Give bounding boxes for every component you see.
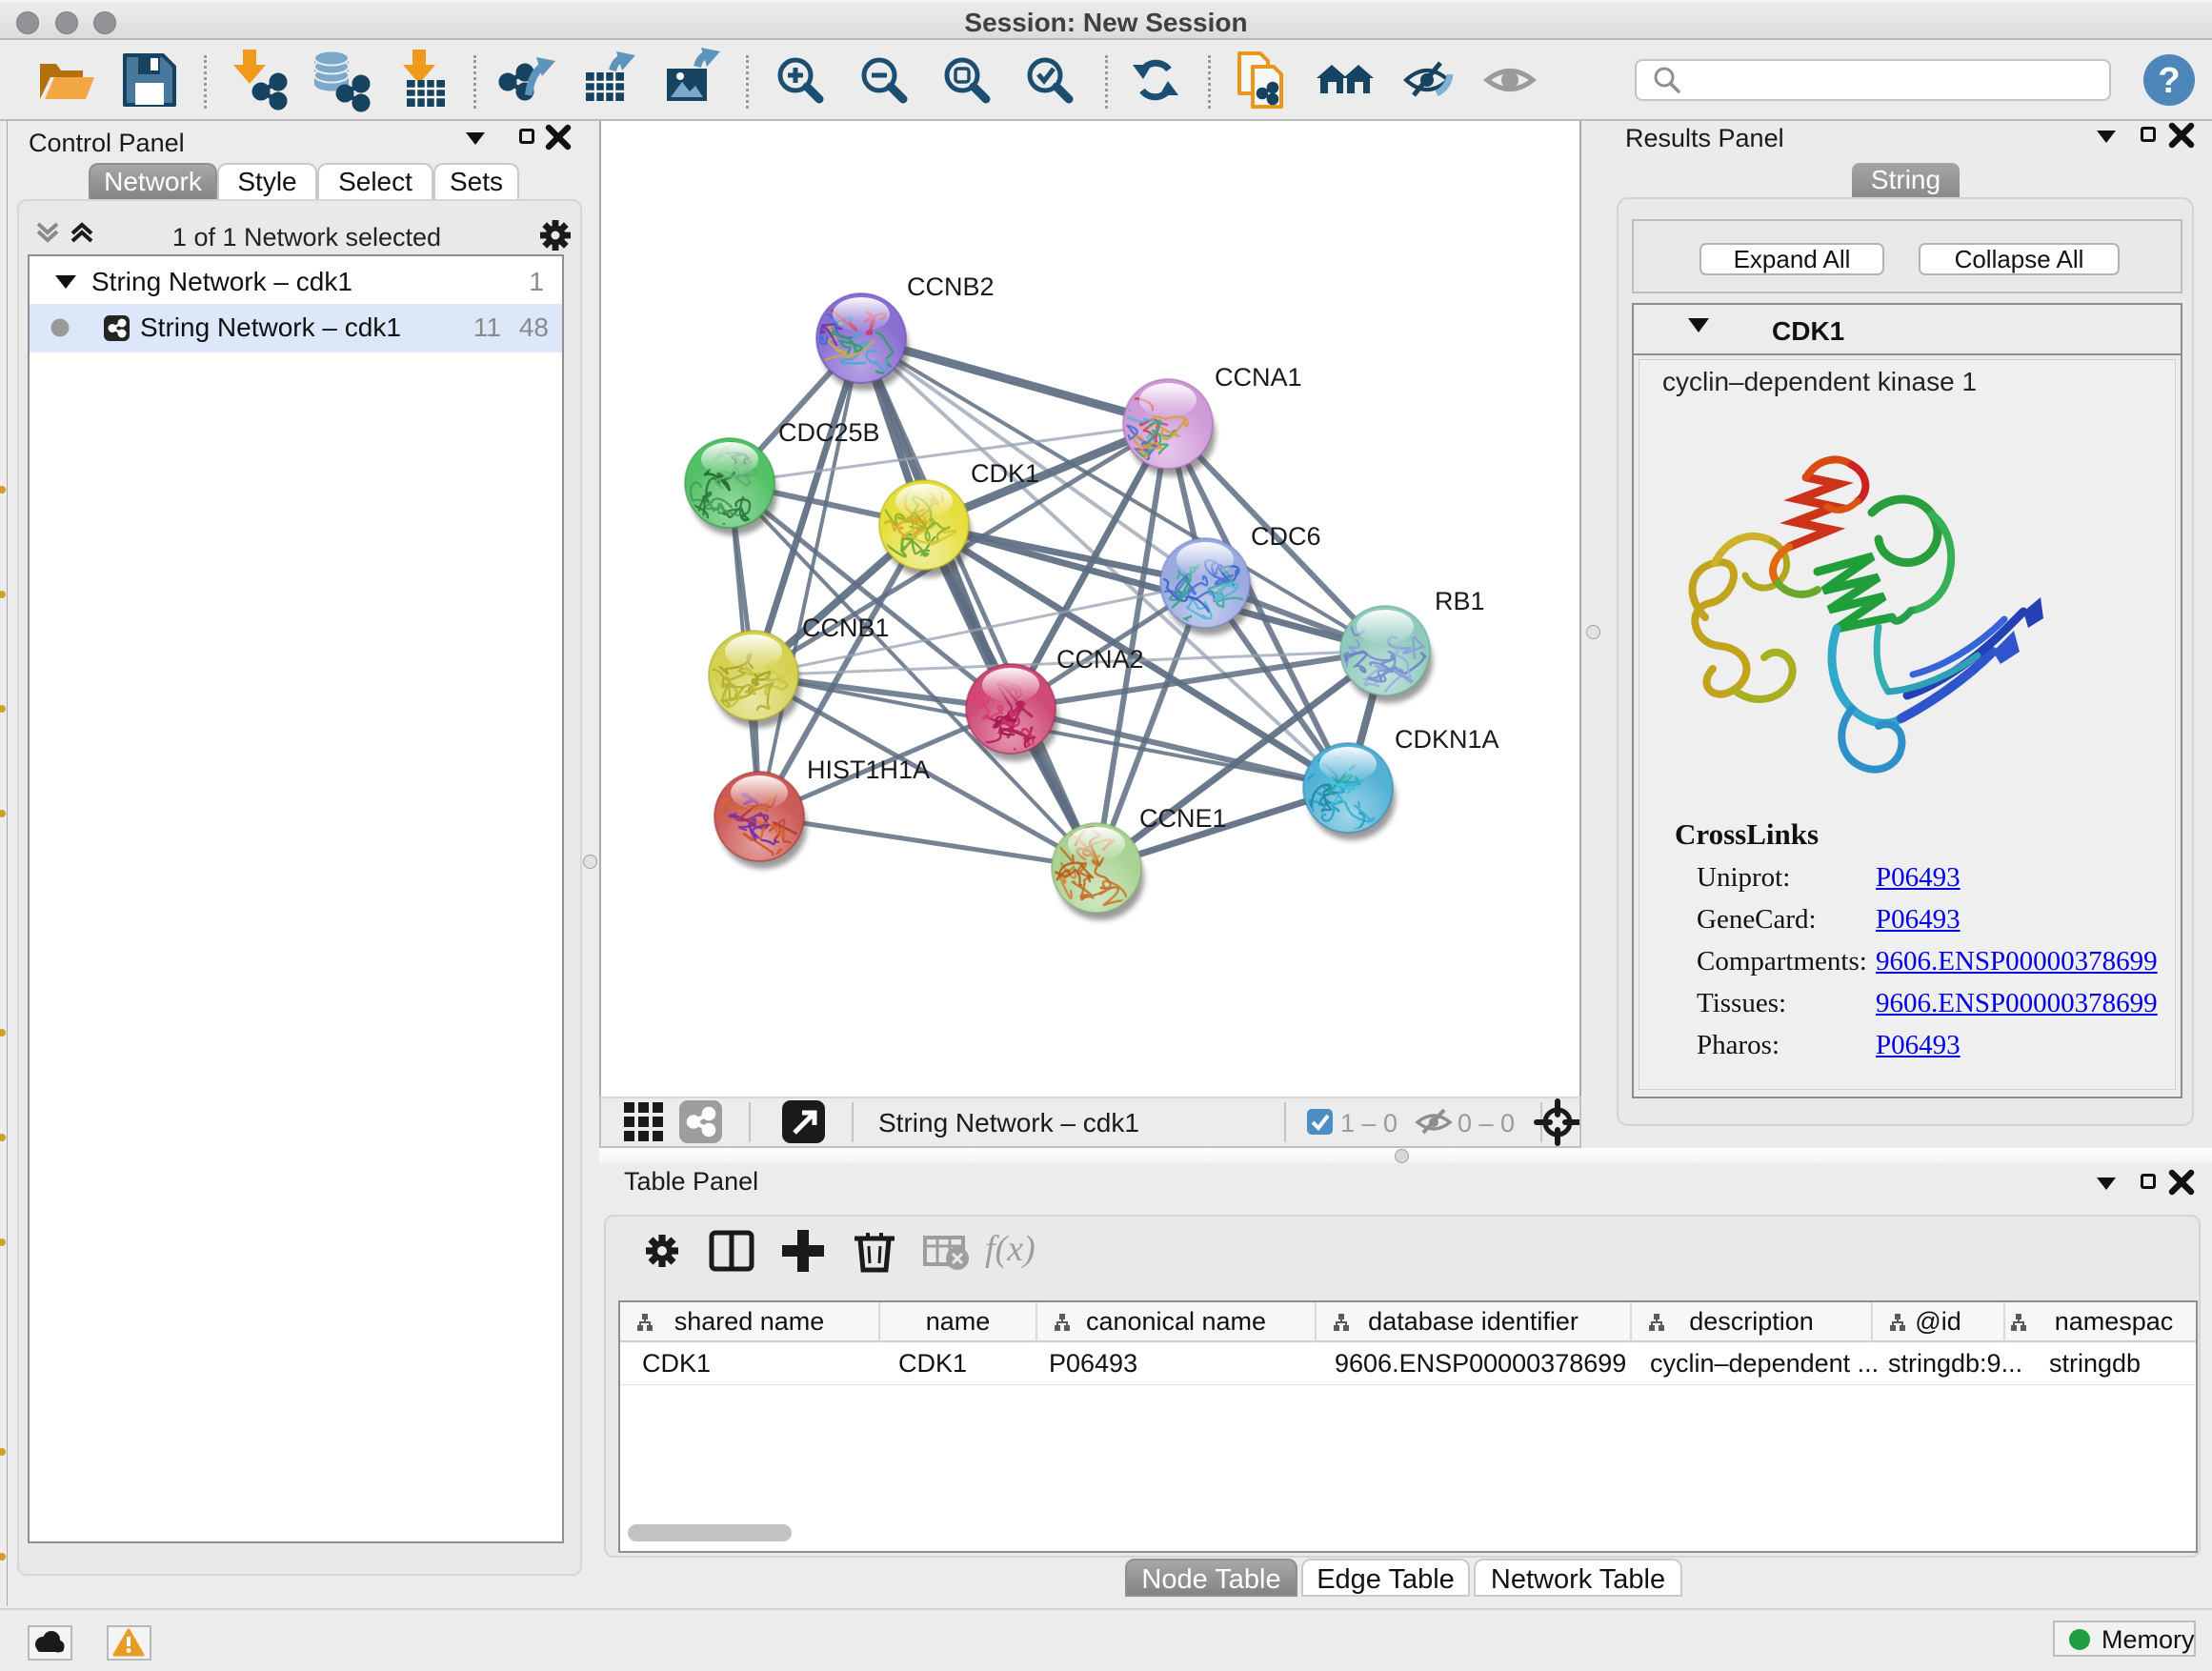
svg-text:?: ? xyxy=(2158,61,2180,101)
svg-text:CCNA1: CCNA1 xyxy=(1215,363,1302,392)
svg-text:CCNB1: CCNB1 xyxy=(802,614,890,642)
svg-text:CDC25B: CDC25B xyxy=(778,418,880,447)
svg-text:CCNE1: CCNE1 xyxy=(1139,804,1227,833)
svg-text:RB1: RB1 xyxy=(1435,587,1485,615)
svg-text:CDC6: CDC6 xyxy=(1251,522,1321,551)
svg-text:CDKN1A: CDKN1A xyxy=(1395,725,1499,754)
svg-text:HIST1H1A: HIST1H1A xyxy=(807,755,930,784)
svg-text:CDK1: CDK1 xyxy=(971,459,1039,488)
svg-text:CCNB2: CCNB2 xyxy=(907,272,995,301)
svg-text:CCNA2: CCNA2 xyxy=(1056,645,1144,674)
